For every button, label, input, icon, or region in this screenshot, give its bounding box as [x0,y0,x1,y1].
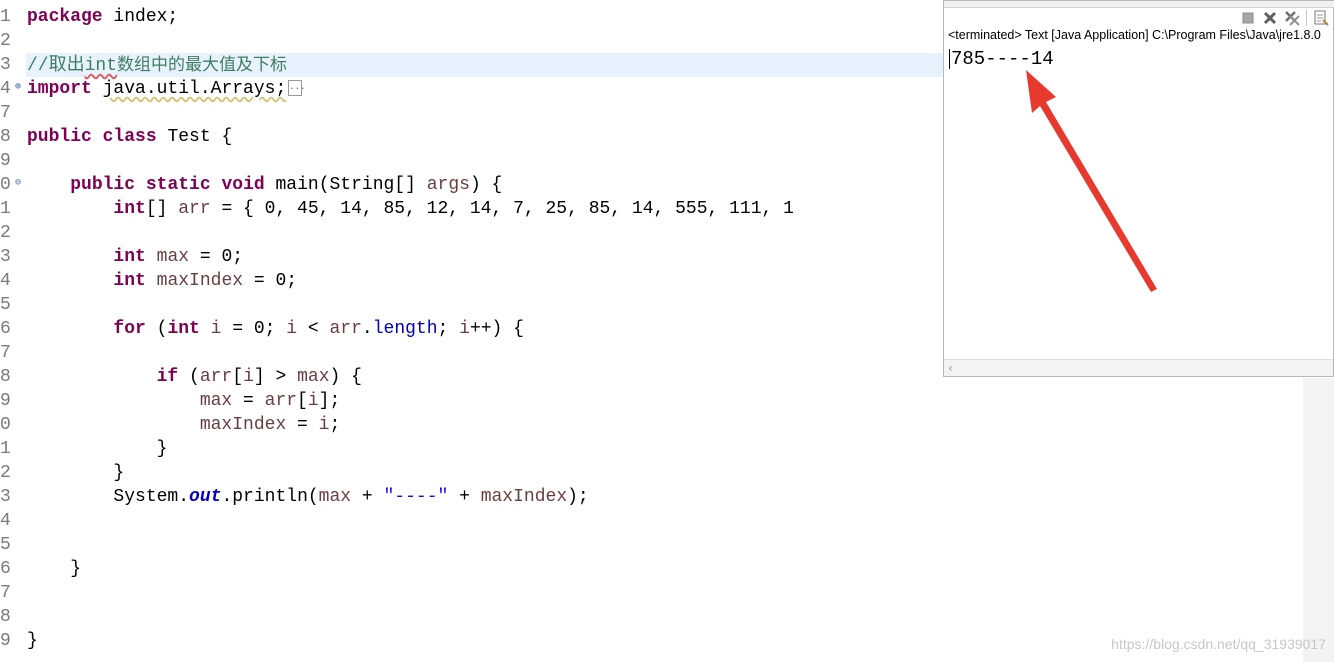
code-line-if[interactable]: if (arr[i] > max) { [27,365,362,389]
fold-collapse-icon[interactable]: ⊖ [15,172,25,196]
line-number: 8 [0,127,11,147]
console-view[interactable]: <terminated> Text [Java Application] C:\… [943,0,1334,377]
scroll-left-icon[interactable]: ‹ [948,360,953,376]
toolbar-separator [1306,10,1307,26]
line-number: 6 [0,319,11,339]
line-number: 1 [0,199,11,219]
console-toolbar [1240,7,1333,29]
line-number: 7 [0,583,11,603]
console-status-label: <terminated> Text [Java Application] C:\… [948,28,1321,42]
code-line-class[interactable]: public class Test { [27,125,232,149]
fold-expand-icon[interactable]: ⊕ [15,76,25,100]
code-line-close-for[interactable]: } [27,461,124,485]
code-line-main[interactable]: public static void main(String[] args) { [27,173,502,197]
line-number: 0 [0,175,11,195]
line-number: 4 [0,271,11,291]
code-line-for[interactable]: for (int i = 0; i < arr.length; i++) { [27,317,524,341]
console-horizontal-scrollbar[interactable]: ‹ [944,359,1333,376]
remove-launch-icon[interactable] [1262,10,1278,26]
remove-all-terminated-icon[interactable] [1284,10,1300,26]
line-number: 2 [0,31,11,51]
line-number: 2 [0,223,11,243]
new-console-icon[interactable] [1313,10,1329,26]
code-line-max[interactable]: int max = 0; [27,245,243,269]
code-line-package[interactable]: package index; [27,5,178,29]
code-line-close-if[interactable]: } [27,437,168,461]
code-line-import[interactable]: import java.util.Arrays;... [27,77,305,101]
code-line-println[interactable]: System.out.println(max + "----" + maxInd… [27,485,588,509]
line-number: 3 [0,247,11,267]
code-line-assign-maxindex[interactable]: maxIndex = i; [27,413,340,437]
line-number: 1 [0,439,11,459]
code-line-close-class[interactable]: } [27,629,38,653]
line-number: 9 [0,151,11,171]
line-number: 8 [0,607,11,627]
code-line-comment[interactable]: //取出int数组中的最大值及下标 [27,53,287,77]
line-number-ruler: 1 2 3 4 ⊕ 7 8 9 0 ⊖ 1 2 3 4 5 6 7 8 9 0 … [0,0,26,662]
collapsed-imports-marker[interactable]: ... [288,80,305,97]
line-number: 4 [0,511,11,531]
line-number: 5 [0,295,11,315]
line-number: 6 [0,559,11,579]
line-number: 2 [0,463,11,483]
line-number: 9 [0,391,11,411]
line-number: 7 [0,103,11,123]
terminate-icon[interactable] [1240,10,1256,26]
code-line-maxindex[interactable]: int maxIndex = 0; [27,269,297,293]
line-number: 3 [0,487,11,507]
text-caret [949,48,950,69]
code-line-arr[interactable]: int[] arr = { 0, 45, 14, 85, 12, 14, 7, … [27,197,794,221]
code-line-assign-max[interactable]: max = arr[i]; [27,389,340,413]
line-number: 5 [0,535,11,555]
line-number: 1 [0,7,11,27]
line-number: 0 [0,415,11,435]
watermark: https://blog.csdn.net/qq_31939017 [1111,636,1326,652]
line-number: 7 [0,343,11,363]
line-number: 9 [0,631,11,651]
line-number: 8 [0,367,11,387]
console-output[interactable]: 785----14 [949,47,1054,71]
editor-overview-ruler [1303,378,1334,662]
code-line-close-main[interactable]: } [27,557,81,581]
line-number: 4 [0,79,11,99]
line-number: 3 [0,55,11,75]
